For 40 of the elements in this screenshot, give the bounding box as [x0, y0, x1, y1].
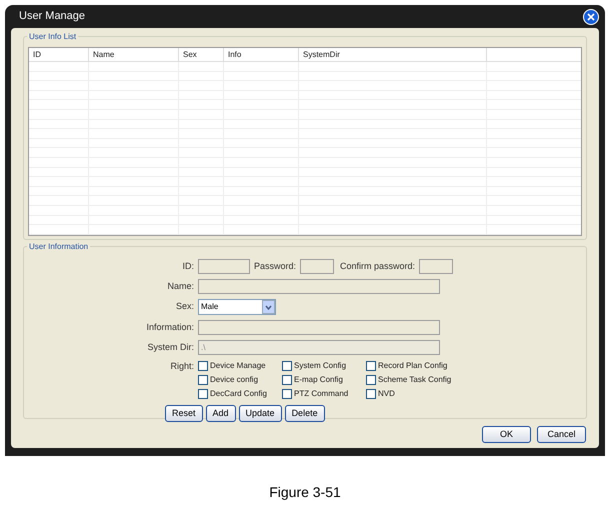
text-field[interactable] [419, 259, 454, 274]
permission-checkbox[interactable]: System Config [282, 360, 366, 372]
dialog-button[interactable]: Cancel [537, 426, 586, 443]
column-header[interactable]: Name [89, 48, 179, 61]
window-title: User Manage [19, 9, 86, 24]
text-field[interactable] [198, 259, 250, 274]
text-field[interactable] [198, 279, 440, 294]
field-label: Name: [166, 280, 194, 293]
dialog-button[interactable]: OK [482, 426, 531, 443]
column-header[interactable]: Info [224, 48, 299, 61]
permission-checkbox[interactable]: Record Plan Config [366, 360, 456, 372]
field-label: Right: [169, 360, 194, 373]
dropdown-value: Male [201, 301, 218, 313]
close-icon[interactable] [583, 8, 599, 24]
permission-checkbox[interactable]: PTZ Command [282, 388, 366, 400]
action-button[interactable]: Reset [165, 405, 203, 422]
action-button[interactable]: Add [206, 405, 236, 422]
column-header[interactable]: Sex [179, 48, 224, 61]
field-label: Confirm password: [340, 260, 416, 273]
chevron-down-icon[interactable] [262, 300, 275, 314]
field-label: Sex: [174, 300, 194, 314]
permission-checkbox[interactable]: Scheme Task Config [366, 374, 456, 386]
field-label: Password: [254, 260, 296, 273]
action-button[interactable]: Update [238, 405, 282, 422]
text-field[interactable] [300, 259, 334, 274]
action-button[interactable]: Delete [284, 405, 325, 422]
column-header[interactable]: ID [29, 48, 89, 61]
permission-checkbox[interactable]: DecCard Config [198, 388, 282, 400]
permission-checkbox[interactable]: E-map Config [282, 374, 366, 386]
field-value: .\ [201, 343, 206, 352]
column-header[interactable]: SystemDir [299, 48, 487, 61]
field-label: Information: [145, 320, 194, 334]
text-field[interactable] [198, 320, 440, 335]
permission-checkbox[interactable]: NVD [366, 388, 456, 400]
figure-caption: Figure 3-51 [269, 483, 341, 502]
field-label: System Dir: [146, 340, 194, 354]
permission-checkbox[interactable]: Device config [198, 374, 282, 386]
sex-dropdown[interactable]: Male [198, 299, 276, 315]
permission-checkbox[interactable]: Device Manage [198, 360, 282, 372]
field-label: ID: [181, 260, 194, 273]
